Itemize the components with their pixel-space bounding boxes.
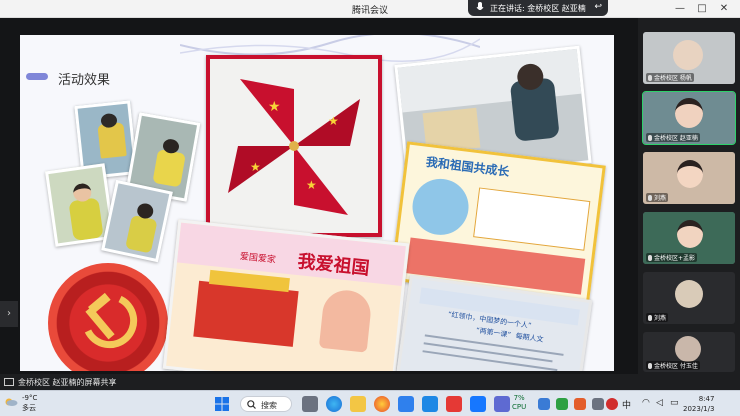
party-emblem: [48, 263, 168, 371]
participant-name: 金桥校区 赵亚楠: [646, 133, 700, 142]
presentation-slide: 活动效果 ★ ★ ★ ★ 我和祖国共成长 爱国爱家 我爱祖国 “红领巾，中国梦的…: [20, 35, 614, 371]
share-banner-text: 金桥校区 赵亚楠的屏幕共享: [18, 378, 117, 387]
app-icon[interactable]: [422, 396, 438, 412]
weather-temp: -9°C: [22, 394, 38, 402]
weather-desc: 多云: [22, 404, 36, 412]
mic-icon: [648, 363, 652, 369]
mic-icon: [648, 75, 652, 81]
cloud-icon: [5, 398, 18, 406]
cpu-monitor[interactable]: 7% CPU: [512, 394, 526, 412]
doc-line-3: 每期人文: [515, 332, 544, 344]
participant-tile-active[interactable]: 金桥校区 赵亚楠: [642, 91, 736, 145]
svg-text:★: ★: [250, 160, 261, 174]
participant-list: 金桥校区 杨帆 金桥校区 赵亚楠 刘燕 金桥校区+孟影 刘燕 金桥校区 付玉佳: [638, 18, 740, 374]
tray-app-icon[interactable]: [538, 398, 550, 410]
system-clock[interactable]: 8:47 2023/1/3: [683, 394, 714, 414]
participant-name: 刘燕: [646, 193, 669, 202]
title-accent: [26, 73, 48, 80]
cpu-label: CPU: [512, 403, 527, 411]
back-arrow-icon[interactable]: ↩: [594, 2, 602, 12]
windows-taskbar: -9°C 多云 搜索 7% CPU 中 ◠ ◁ ▭ 8:47 2023/1/3: [0, 390, 740, 416]
app-store-icon[interactable]: [398, 396, 414, 412]
search-label: 搜索: [261, 401, 277, 410]
cpu-percent: 7%: [513, 394, 525, 402]
volume-icon[interactable]: ◁: [656, 398, 663, 408]
participant-tile[interactable]: 刘燕: [643, 272, 735, 324]
clock-time: 8:47: [698, 395, 715, 403]
participant-name: 金桥校区 杨帆: [646, 73, 694, 82]
app-icon[interactable]: [494, 396, 510, 412]
window-title: 腾讯会议: [351, 6, 388, 16]
mic-icon: [648, 315, 652, 321]
search-icon: [247, 400, 256, 409]
minimize-button[interactable]: —: [670, 2, 690, 16]
photo-student-sitting: [101, 179, 173, 263]
screen-share-icon: [4, 378, 14, 386]
mic-icon: [648, 135, 652, 141]
wifi-icon[interactable]: ◠: [642, 398, 650, 408]
speaking-text: 正在讲话: 金桥校区 赵亚楠: [490, 4, 586, 13]
photo-paper-pinwheel: ★ ★ ★ ★: [206, 55, 382, 237]
tray-app-icon[interactable]: [574, 398, 586, 410]
tray-app-icon[interactable]: [556, 398, 568, 410]
participant-tile[interactable]: 刘燕: [643, 152, 735, 204]
expand-panel-button[interactable]: ›: [0, 301, 18, 327]
pinwheel-icon: ★ ★ ★ ★: [228, 79, 360, 215]
avatar: [675, 336, 701, 362]
task-view-icon[interactable]: [302, 396, 318, 412]
svg-text:★: ★: [328, 114, 339, 128]
screen-share-banner: 金桥校区 赵亚楠的屏幕共享: [0, 374, 740, 390]
avatar: [675, 280, 703, 308]
title-bar: 腾讯会议 正在讲话: 金桥校区 赵亚楠 ↩ — □ ✕: [0, 0, 740, 18]
participant-tile[interactable]: 金桥校区 付玉佳: [643, 332, 735, 372]
participant-tile[interactable]: 金桥校区 杨帆: [643, 32, 735, 84]
poster-love-motherland: 爱国爱家 我爱祖国: [162, 219, 410, 371]
poster-top-title: 我和祖国共成长: [425, 154, 511, 179]
speaking-indicator[interactable]: 正在讲话: 金桥校区 赵亚楠 ↩: [468, 0, 608, 16]
participant-name: 金桥校区+孟影: [646, 253, 698, 262]
shared-screen: 活动效果 ★ ★ ★ ★ 我和祖国共成长 爱国爱家 我爱祖国 “红领巾，中国梦的…: [0, 18, 638, 374]
hammer-sickle-icon: [84, 292, 138, 349]
start-windows-icon[interactable]: [214, 396, 230, 412]
edge-browser-icon[interactable]: [326, 396, 342, 412]
tray-app-icon[interactable]: [592, 398, 604, 410]
battery-icon[interactable]: ▭: [670, 398, 679, 408]
slide-title: 活动效果: [58, 73, 111, 88]
file-explorer-icon[interactable]: [350, 396, 366, 412]
sogou-input-icon[interactable]: [606, 398, 618, 410]
ime-indicator[interactable]: 中: [622, 398, 631, 411]
svg-text:★: ★: [306, 178, 317, 192]
mic-icon: [648, 195, 652, 201]
clock-date: 2023/1/3: [683, 405, 715, 413]
svg-text:★: ★: [268, 99, 281, 115]
tencent-meeting-icon[interactable]: [470, 396, 486, 412]
maximize-button[interactable]: □: [692, 2, 712, 16]
participant-name: 刘燕: [646, 313, 669, 322]
mic-icon: [648, 255, 652, 261]
close-button[interactable]: ✕: [714, 2, 734, 16]
taskbar-search-box[interactable]: 搜索: [240, 396, 292, 412]
wps-office-icon[interactable]: [446, 396, 462, 412]
participant-name: 金桥校区 付玉佳: [646, 361, 700, 370]
microphone-icon: [476, 2, 484, 10]
browser-icon[interactable]: [374, 396, 390, 412]
participant-tile[interactable]: 金桥校区+孟影: [643, 212, 735, 264]
